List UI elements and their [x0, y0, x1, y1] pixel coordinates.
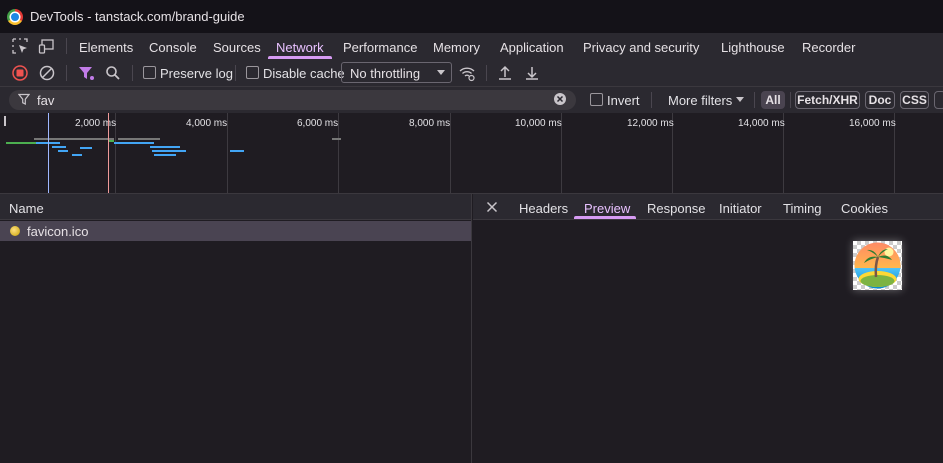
- filter-input[interactable]: [9, 90, 576, 110]
- tab-timing[interactable]: Timing: [783, 201, 822, 216]
- tab-lighthouse[interactable]: Lighthouse: [721, 40, 785, 55]
- waterfall-bar: [80, 147, 92, 149]
- disable-cache-checkbox[interactable]: [246, 66, 259, 79]
- waterfall-bar: [152, 150, 186, 152]
- load-event-marker: [108, 113, 109, 193]
- tab-sources[interactable]: Sources: [213, 40, 261, 55]
- chrome-logo-icon: [7, 9, 23, 25]
- device-toolbar-icon[interactable]: [38, 37, 56, 55]
- island-palm-icon: [854, 242, 901, 289]
- clear-icon[interactable]: [38, 64, 56, 82]
- filter-icon: [18, 93, 30, 105]
- favicon-file-icon: [10, 226, 20, 236]
- waterfall-bar: [230, 150, 244, 152]
- dom-content-loaded-marker: [48, 113, 49, 193]
- tab-performance[interactable]: Performance: [343, 40, 417, 55]
- toolbar-divider: [754, 92, 755, 108]
- timeline-tick-label: 12,000 ms: [627, 118, 674, 129]
- toolbar-divider: [66, 38, 67, 54]
- type-filter-more[interactable]: [934, 91, 943, 109]
- invert-checkbox[interactable]: [590, 93, 603, 106]
- toolbar-divider: [486, 65, 487, 81]
- active-tab-indicator: [268, 56, 332, 59]
- throttling-select[interactable]: No throttling: [341, 62, 452, 83]
- type-filter-all[interactable]: All: [761, 91, 785, 109]
- timeline-tick-label: 6,000 ms: [297, 118, 339, 129]
- timeline-overview[interactable]: [0, 113, 943, 194]
- waterfall-bar: [72, 154, 82, 156]
- name-column-header[interactable]: [0, 194, 471, 220]
- tab-headers[interactable]: Headers: [519, 201, 568, 216]
- tab-application[interactable]: Application: [500, 40, 564, 55]
- tab-response[interactable]: Response: [647, 201, 706, 216]
- tab-elements[interactable]: Elements: [79, 40, 133, 55]
- network-conditions-icon[interactable]: [458, 64, 476, 82]
- tab-memory[interactable]: Memory: [433, 40, 480, 55]
- filter-input-value: fav: [37, 93, 55, 108]
- inspect-element-icon[interactable]: [11, 37, 29, 55]
- tab-cookies[interactable]: Cookies: [841, 201, 888, 216]
- timeline-tick-label: 4,000 ms: [186, 118, 228, 129]
- more-filters-button[interactable]: More filters: [668, 93, 732, 108]
- disable-cache-label: Disable cache: [263, 66, 345, 81]
- invert-label: Invert: [607, 93, 640, 108]
- timeline-tick-label: 14,000 ms: [738, 118, 785, 129]
- timeline-tick-label: 10,000 ms: [515, 118, 562, 129]
- toolbar-divider: [790, 92, 791, 108]
- waterfall-bar: [118, 138, 160, 140]
- tab-console[interactable]: Console: [149, 40, 197, 55]
- waterfall-bar: [150, 146, 180, 148]
- import-har-icon[interactable]: [496, 64, 514, 82]
- timeline-gridline: [227, 113, 228, 193]
- tab-privacy-and-security[interactable]: Privacy and security: [583, 40, 699, 55]
- timeline-gridline: [450, 113, 451, 193]
- clear-filter-icon[interactable]: [553, 92, 567, 106]
- active-tab-indicator: [574, 216, 636, 219]
- timeline-handle[interactable]: [4, 116, 6, 126]
- waterfall-bar: [6, 142, 36, 144]
- type-filter-doc[interactable]: Doc: [865, 91, 895, 109]
- window-title: DevTools - tanstack.com/brand-guide: [30, 9, 245, 24]
- preserve-log-checkbox[interactable]: [143, 66, 156, 79]
- name-column-label: Name: [9, 201, 44, 216]
- waterfall-bar: [58, 150, 68, 152]
- export-har-icon[interactable]: [523, 64, 541, 82]
- toolbar-divider: [132, 65, 133, 81]
- tab-preview[interactable]: Preview: [584, 201, 630, 216]
- record-stop-icon[interactable]: [11, 64, 29, 82]
- timeline-gridline: [338, 113, 339, 193]
- throttling-value: No throttling: [350, 66, 421, 81]
- toolbar-divider: [235, 65, 236, 81]
- toolbar-divider: [651, 92, 652, 108]
- tab-initiator[interactable]: Initiator: [719, 201, 762, 216]
- preserve-log-label: Preserve log: [160, 66, 233, 81]
- search-icon[interactable]: [104, 64, 122, 82]
- waterfall-bar: [332, 138, 341, 140]
- close-icon[interactable]: [486, 201, 498, 213]
- filter-funnel-icon[interactable]: [77, 64, 95, 82]
- waterfall-bar: [114, 142, 154, 144]
- chevron-down-icon: [437, 70, 445, 75]
- chevron-down-icon: [736, 97, 744, 102]
- timeline-tick-label: 2,000 ms: [75, 118, 117, 129]
- timeline-tick-label: 16,000 ms: [849, 118, 896, 129]
- request-name: favicon.ico: [27, 224, 89, 239]
- type-filter-css[interactable]: CSS: [900, 91, 929, 109]
- favicon-preview-image: [853, 241, 902, 290]
- waterfall-bar: [154, 154, 176, 156]
- timeline-tick-label: 8,000 ms: [409, 118, 451, 129]
- waterfall-bar: [34, 138, 114, 140]
- tab-recorder[interactable]: Recorder: [802, 40, 855, 55]
- toolbar-divider: [66, 65, 67, 81]
- waterfall-bar: [52, 146, 66, 148]
- type-filter-fetch-xhr[interactable]: Fetch/XHR: [795, 91, 860, 109]
- tab-network[interactable]: Network: [276, 40, 324, 55]
